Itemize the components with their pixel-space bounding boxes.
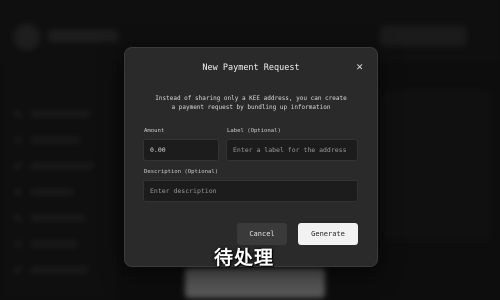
label-input[interactable] [226, 139, 358, 161]
dialog-title: New Payment Request [202, 63, 300, 73]
description-field-label: Description (Optional) [144, 169, 219, 175]
description-line: Instead of sharing only a KEE address, y… [155, 95, 347, 102]
description-input[interactable] [143, 180, 358, 202]
cancel-button[interactable]: Cancel [237, 223, 287, 245]
description-line: a payment request by bundling up informa… [171, 104, 331, 111]
close-icon[interactable]: ✕ [356, 61, 363, 73]
label-field-label: Label (Optional) [227, 128, 281, 134]
watermark-text: 待处理 [214, 247, 275, 269]
amount-input[interactable] [143, 139, 219, 161]
generate-button[interactable]: Generate [298, 223, 358, 245]
payment-request-dialog: New Payment Request ✕ Instead of sharing… [124, 47, 378, 267]
dialog-description: Instead of sharing only a KEE address, y… [145, 94, 357, 112]
amount-label: Amount [144, 128, 165, 134]
